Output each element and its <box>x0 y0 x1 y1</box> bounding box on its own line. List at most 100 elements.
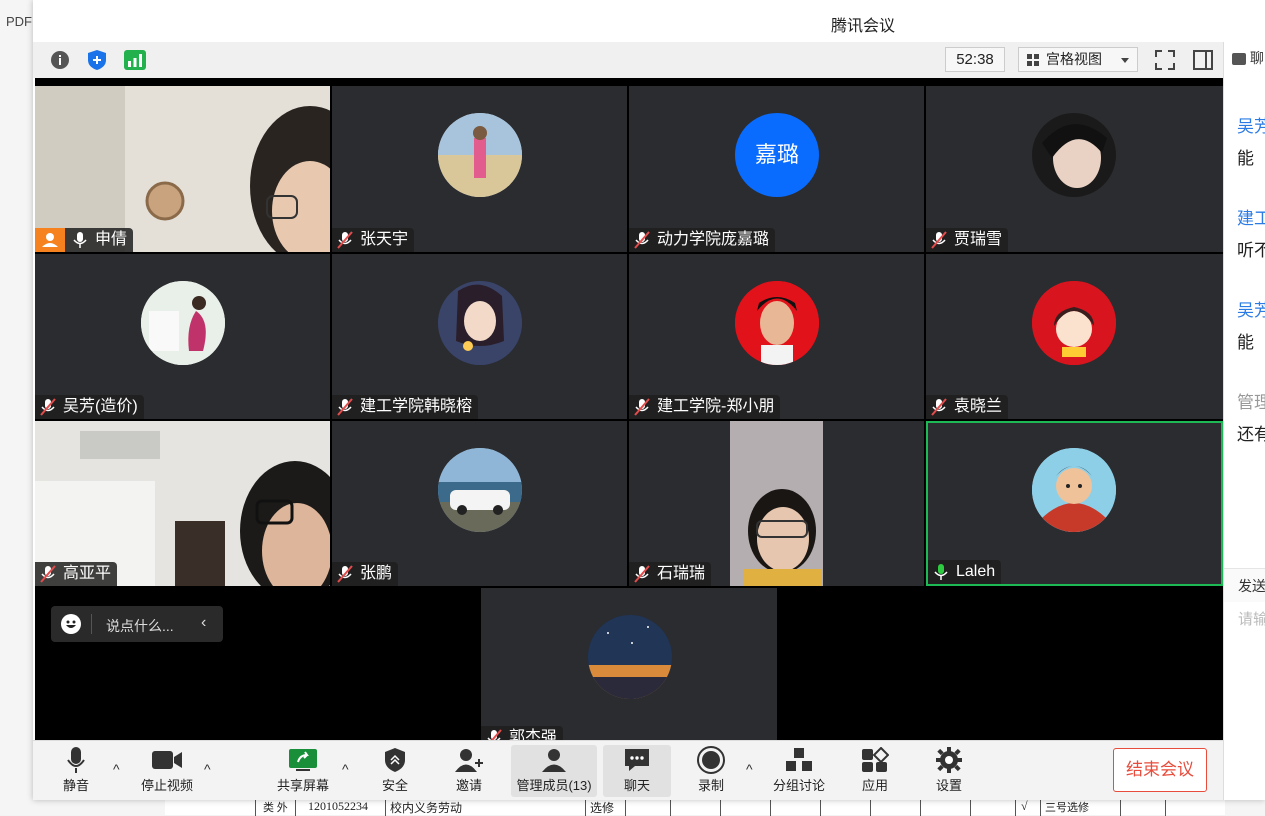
share-options-chevron-icon[interactable]: ^ <box>342 761 349 777</box>
chat-message-text: 能 <box>1237 333 1254 352</box>
participant-tile[interactable]: 石瑞瑞 <box>629 421 924 586</box>
sidebar-toggle-icon[interactable] <box>1191 48 1215 72</box>
apps-button[interactable]: 应用 <box>851 745 899 797</box>
table-cell: 选修 <box>590 801 615 815</box>
security-button[interactable]: 安全 <box>371 745 419 797</box>
record-button[interactable]: 录制 <box>685 745 737 797</box>
muted-microphone-icon <box>930 398 948 416</box>
chat-message-text: 听不 <box>1237 241 1265 260</box>
share-screen-button[interactable]: 共享屏幕 <box>271 745 335 797</box>
quick-chat-input[interactable]: 说点什么... ‹ <box>51 606 223 642</box>
microphone-icon <box>71 231 89 249</box>
chat-message-sender: 吴芳 <box>1237 301 1265 320</box>
chevron-left-icon[interactable]: ‹ <box>201 614 206 632</box>
chevron-down-icon <box>1121 58 1129 63</box>
fullscreen-icon[interactable] <box>1153 48 1177 72</box>
mic-options-chevron-icon[interactable]: ^ <box>113 761 120 777</box>
participant-name: 吴芳(造价) <box>63 398 138 415</box>
record-label: 录制 <box>697 778 724 793</box>
breakout-rooms-button[interactable]: 分组讨论 <box>769 745 829 797</box>
video-options-chevron-icon[interactable]: ^ <box>204 761 211 777</box>
add-user-icon <box>443 745 495 775</box>
participant-name-bar: 申倩 <box>35 228 134 252</box>
avatar <box>1032 113 1116 197</box>
active-speaker-tile[interactable]: Laleh <box>926 421 1223 586</box>
participant-name-bar: 吴芳(造价) <box>35 395 144 419</box>
manage-participants-button[interactable]: 管理成员(13) <box>511 745 597 797</box>
chat-message-text: 能 <box>1237 149 1254 168</box>
avatar <box>438 281 522 365</box>
emoji-icon[interactable] <box>61 614 81 634</box>
participant-tile[interactable]: 建工学院韩晓榕 <box>332 254 627 419</box>
avatar <box>1032 448 1116 532</box>
participant-name: 动力学院庞嘉璐 <box>657 231 770 248</box>
participant-tile[interactable]: 高亚平 <box>35 421 330 586</box>
speaking-microphone-icon <box>932 563 950 581</box>
view-mode-label: 宫格视图 <box>1046 51 1102 67</box>
share-screen-icon <box>271 745 335 775</box>
muted-microphone-icon <box>336 565 354 583</box>
window-title: 腾讯会议 <box>830 18 895 35</box>
participant-tile[interactable]: 吴芳(造价) <box>35 254 330 419</box>
participant-tile[interactable]: 张天宇 <box>332 86 627 252</box>
end-meeting-button[interactable]: 结束会议 <box>1113 748 1207 792</box>
avatar <box>1032 281 1116 365</box>
participant-tile[interactable]: 申倩 <box>35 86 330 252</box>
participant-name: 建工学院-郑小朋 <box>657 398 775 415</box>
chat-icon <box>603 745 671 775</box>
chat-panel-title[interactable]: 聊 <box>1232 48 1264 68</box>
initials-avatar: 嘉璐 <box>735 113 819 197</box>
signal-icon[interactable] <box>123 48 147 72</box>
bottom-toolbar: 静音 ^ 停止视频 ^ 共享屏幕 ^ 安全 邀请 管理成员(13) 聊天 录制 … <box>33 740 1223 800</box>
participant-tile[interactable]: 建工学院-郑小朋 <box>629 254 924 419</box>
avatar <box>588 615 672 699</box>
host-icon <box>35 228 65 252</box>
view-mode-dropdown[interactable]: 宫格视图 <box>1018 47 1138 72</box>
info-icon[interactable] <box>48 48 72 72</box>
chat-input-placeholder: 说点什么... <box>106 618 174 634</box>
participant-tile[interactable]: 郭杰强 <box>481 588 777 740</box>
stop-video-label: 停止视频 <box>140 778 193 793</box>
info-bar: 52:38 宫格视图 <box>33 42 1223 78</box>
pdf-label: PDF <box>6 14 32 29</box>
table-cell: 三号选修 <box>1045 802 1089 814</box>
participant-name-bar: 建工学院-郑小朋 <box>629 395 781 419</box>
participant-tile[interactable]: 贾瑞雪 <box>926 86 1223 252</box>
avatar <box>438 448 522 532</box>
participant-tile[interactable]: 张鹏 <box>332 421 627 586</box>
grid-view-icon <box>1027 54 1039 66</box>
avatar <box>141 281 225 365</box>
manage-participants-label: 管理成员(13) <box>516 778 592 793</box>
chat-button[interactable]: 聊天 <box>603 745 671 797</box>
participant-name: 高亚平 <box>63 565 112 582</box>
muted-microphone-icon <box>633 565 651 583</box>
chat-input-field[interactable]: 请输 <box>1238 608 1265 629</box>
muted-microphone-icon <box>336 398 354 416</box>
stop-video-button[interactable]: 停止视频 <box>131 745 203 797</box>
table-cell: √ <box>1021 799 1028 813</box>
shield-icon[interactable] <box>85 48 109 72</box>
mute-button[interactable]: 静音 <box>51 745 101 797</box>
apps-label: 应用 <box>861 778 888 793</box>
participant-name: Laleh <box>956 563 996 580</box>
gear-icon <box>925 745 973 775</box>
security-shield-icon <box>371 745 419 775</box>
avatar <box>438 113 522 197</box>
title-bar: 腾讯会议 <box>33 0 1265 42</box>
video-grid: 申倩 张天宇 嘉璐 动力学院庞嘉璐 贾瑞雪 吴芳(造价) 建工学院韩晓榕 建工学… <box>35 78 1223 740</box>
settings-button[interactable]: 设置 <box>925 745 973 797</box>
camera-icon <box>131 745 203 775</box>
participant-name: 张天宇 <box>360 231 409 248</box>
record-options-chevron-icon[interactable]: ^ <box>746 761 753 777</box>
participant-tile[interactable]: 袁晓兰 <box>926 254 1223 419</box>
participant-name: 张鹏 <box>360 565 393 582</box>
invite-button[interactable]: 邀请 <box>443 745 495 797</box>
table-cell: 类 外 <box>263 802 288 814</box>
participant-name-bar: 石瑞瑞 <box>629 562 712 586</box>
chat-label: 聊天 <box>623 778 650 793</box>
record-icon <box>685 745 737 775</box>
participant-name-bar: 张天宇 <box>332 228 415 252</box>
participant-tile[interactable]: 嘉璐 动力学院庞嘉璐 <box>629 86 924 252</box>
participant-name-bar: 建工学院韩晓榕 <box>332 395 479 419</box>
send-to-dropdown[interactable]: 发送 <box>1238 576 1265 596</box>
